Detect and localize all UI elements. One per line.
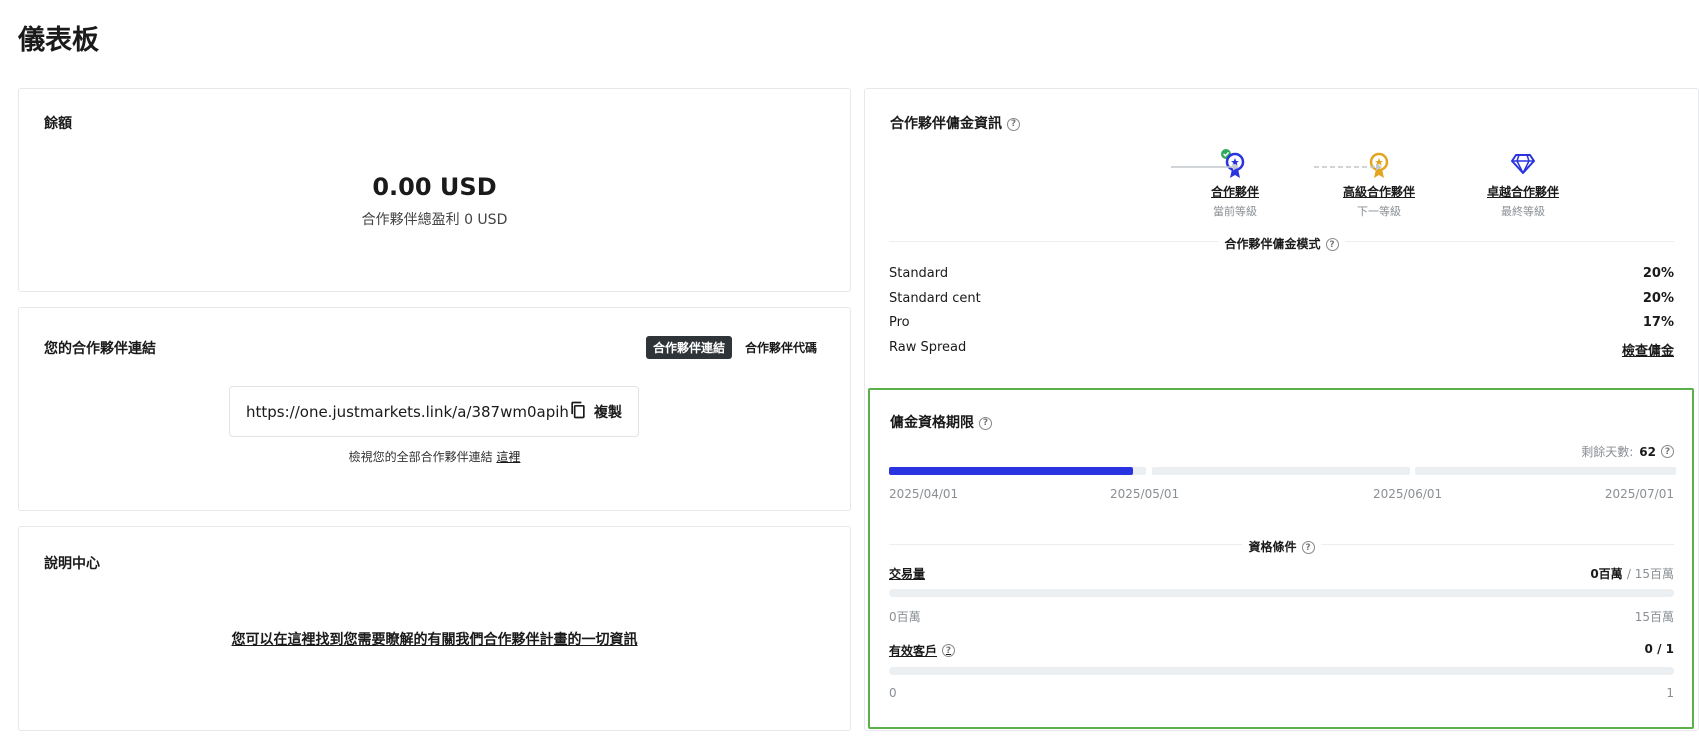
volume-target: 15百萬	[1634, 567, 1674, 581]
copy-label: 複製	[594, 404, 622, 421]
help-icon[interactable]: ?	[1007, 117, 1020, 131]
rate-name: Standard cent	[889, 291, 981, 306]
rate-row-pro: Pro 17%	[889, 315, 1674, 330]
date-label: 2025/05/01	[1110, 487, 1180, 501]
period-segment	[889, 467, 1146, 475]
conditions-title: 資格條件	[1248, 540, 1297, 554]
partner-link-card: 您的合作夥伴連結 合作夥伴連結 合作夥伴代碼 https://one.justm…	[18, 307, 851, 511]
help-center-link[interactable]: 您可以在這裡找到您需要瞭解的有關我們合作夥伴計畫的一切資訊	[19, 629, 850, 649]
help-icon[interactable]: ?	[942, 644, 956, 657]
partner-link-url[interactable]: https://one.justmarkets.link/a/387wm0api…	[246, 403, 568, 421]
rate-name: Standard	[889, 266, 949, 281]
clients-progress-bar	[889, 667, 1674, 675]
qualification-title-text: 傭金資格期限	[890, 415, 974, 431]
volume-current: 0百萬	[1590, 567, 1623, 581]
tab-partner-code[interactable]: 合作夥伴代碼	[738, 336, 824, 359]
clients-min: 0	[889, 686, 897, 700]
period-progress	[889, 467, 1676, 475]
remaining-value: 62	[1639, 444, 1656, 459]
help-icon[interactable]: ?	[979, 416, 992, 430]
active-clients-text[interactable]: 有效客戶	[889, 642, 937, 659]
clients-value: 0 / 1	[1644, 642, 1674, 656]
rate-name: Raw Spread	[889, 340, 967, 355]
tier-partner: 合作夥伴 當前等級	[1180, 149, 1290, 219]
page-title: 儀表板	[18, 25, 99, 56]
rate-row-standard: Standard 20%	[889, 266, 1674, 281]
all-links-text: 檢視您的全部合作夥伴連結	[348, 450, 493, 464]
balance-amount: 0.00 USD	[372, 173, 497, 201]
balance-title: 餘額	[44, 116, 72, 132]
tier-name[interactable]: 高級合作夥伴	[1324, 183, 1434, 200]
help-center-title: 說明中心	[44, 556, 100, 572]
balance-card: 餘額 0.00 USD 合作夥伴總盈利 0 USD	[18, 88, 851, 292]
clients-max: 1	[1666, 686, 1674, 700]
commission-card: 合作夥伴傭金資訊? 合作夥伴 當前等級 高級合作夥伴 下一等級 卓越合作夥伴 最…	[864, 88, 1699, 731]
tier-elite-partner: 卓越合作夥伴 最終等級	[1468, 149, 1578, 219]
rate-value: 20%	[1642, 291, 1674, 306]
rate-value: 20%	[1642, 266, 1674, 281]
active-clients-label: 有效客戶?	[889, 642, 956, 659]
diamond-icon	[1468, 149, 1578, 179]
clients-target: 1	[1665, 642, 1674, 656]
commission-model-title: 合作夥伴傭金模式	[1224, 237, 1321, 251]
tab-partner-link[interactable]: 合作夥伴連結	[645, 336, 732, 359]
commission-title-text: 合作夥伴傭金資訊	[890, 116, 1002, 132]
volume-max: 15百萬	[1634, 610, 1674, 624]
total-profit: 合作夥伴總盈利 0 USD	[361, 212, 508, 228]
tier-level: 下一等級	[1357, 205, 1401, 218]
check-commission-link[interactable]: 檢查傭金	[1622, 340, 1674, 359]
volume-min: 0百萬	[889, 610, 921, 624]
tier-level: 最終等級	[1501, 205, 1545, 218]
rate-row-standard-cent: Standard cent 20%	[889, 291, 1674, 306]
copy-icon	[568, 400, 588, 424]
date-label: 2025/07/01	[1604, 487, 1674, 501]
period-segment	[1415, 467, 1676, 475]
volume-progress-bar	[889, 589, 1674, 597]
rate-name: Pro	[889, 315, 910, 330]
clients-current: 0	[1644, 642, 1653, 656]
all-links-note: 檢視您的全部合作夥伴連結 這裡	[19, 448, 850, 465]
partner-link-title: 您的合作夥伴連結	[44, 341, 156, 357]
volume-label[interactable]: 交易量	[889, 565, 925, 582]
date-label: 2025/06/01	[1373, 487, 1443, 501]
copy-button[interactable]: 複製	[568, 400, 622, 424]
remaining-days: 剩餘天數: 62 ?	[1581, 443, 1674, 460]
rate-value: 17%	[1642, 315, 1674, 330]
rate-row-raw-spread: Raw Spread 檢查傭金	[889, 340, 1674, 359]
partner-link-field: https://one.justmarkets.link/a/387wm0api…	[229, 386, 639, 437]
qualification-title: 傭金資格期限?	[890, 412, 992, 432]
help-icon[interactable]: ?	[1325, 238, 1339, 251]
tier-level: 當前等級	[1213, 205, 1257, 218]
period-segment	[1152, 467, 1410, 475]
tier-senior-partner: 高級合作夥伴 下一等級	[1324, 149, 1434, 219]
help-icon[interactable]: ?	[1661, 445, 1674, 458]
remaining-label: 剩餘天數:	[1581, 445, 1634, 459]
help-center-card: 說明中心 您可以在這裡找到您需要瞭解的有關我們合作夥伴計畫的一切資訊	[18, 526, 851, 731]
tier-arrow-dashed	[1314, 163, 1384, 171]
tier-name[interactable]: 卓越合作夥伴	[1468, 183, 1578, 200]
commission-title: 合作夥伴傭金資訊?	[890, 113, 1020, 133]
help-icon[interactable]: ?	[1301, 541, 1315, 554]
commission-model-label: 合作夥伴傭金模式?	[865, 233, 1698, 252]
tier-name[interactable]: 合作夥伴	[1180, 183, 1290, 200]
volume-value: 0百萬 / 15百萬	[1590, 567, 1674, 581]
conditions-label: 資格條件?	[865, 536, 1698, 555]
period-segment-fill	[889, 467, 1134, 475]
link-type-toggle: 合作夥伴連結 合作夥伴代碼	[645, 336, 824, 359]
all-links-here-link[interactable]: 這裡	[496, 450, 520, 464]
tier-arrow-solid	[1171, 163, 1241, 171]
date-label: 2025/04/01	[889, 487, 959, 501]
tier-progress: 合作夥伴 當前等級 高級合作夥伴 下一等級 卓越合作夥伴 最終等級	[865, 149, 1698, 229]
